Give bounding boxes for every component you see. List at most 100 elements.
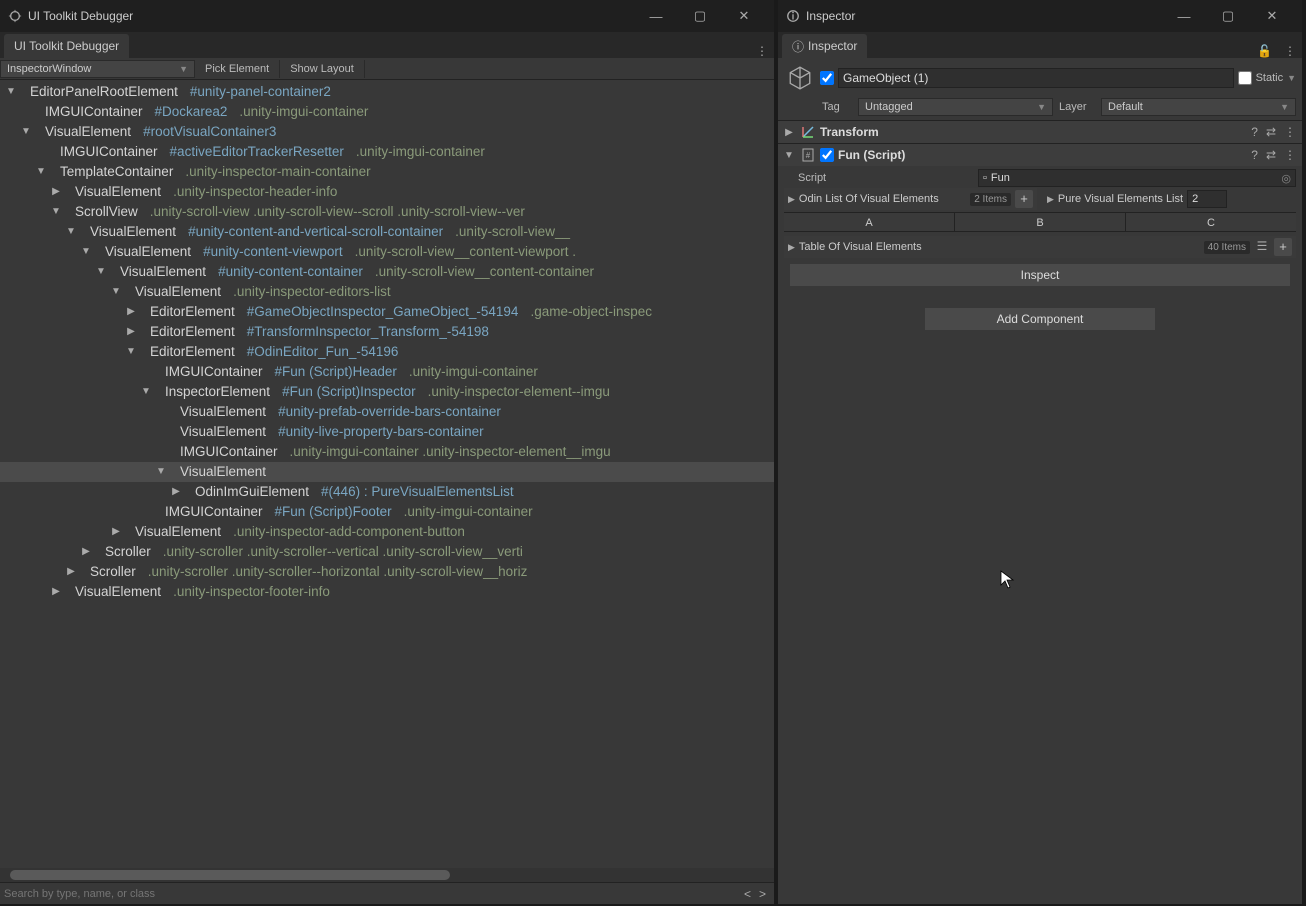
foldout-icon[interactable]: ▶	[124, 322, 138, 342]
foldout-icon[interactable]: ▶	[788, 242, 795, 253]
tree-row[interactable]: ▼VisualElement	[0, 462, 774, 482]
foldout-icon[interactable]: ▼	[154, 462, 168, 482]
add-odin-button[interactable]: +	[1015, 190, 1033, 208]
foldout-icon[interactable]: ▼	[49, 202, 63, 222]
tree-row[interactable]: ▶VisualElement#unity-prefab-override-bar…	[0, 402, 774, 422]
tab-menu-icon[interactable]: ⋮	[1278, 44, 1302, 58]
preset-icon[interactable]: ⇄	[1264, 148, 1278, 162]
inspector-tab[interactable]: ⓘ Inspector	[782, 34, 867, 58]
foldout-icon[interactable]: ▼	[124, 342, 138, 362]
element-tree[interactable]: ▼EditorPanelRootElement#unity-panel-cont…	[0, 80, 774, 868]
tree-row[interactable]: ▶IMGUIContainer#Fun (Script)Footer.unity…	[0, 502, 774, 522]
foldout-icon[interactable]: ▶	[79, 542, 93, 562]
tree-row[interactable]: ▼TemplateContainer.unity-inspector-main-…	[0, 162, 774, 182]
tree-row[interactable]: ▶IMGUIContainer.unity-imgui-container .u…	[0, 442, 774, 462]
tree-row[interactable]: ▼ScrollView.unity-scroll-view .unity-scr…	[0, 202, 774, 222]
script-object-field[interactable]: ▫ Fun ◎	[978, 169, 1296, 187]
close-button[interactable]: ✕	[1250, 8, 1294, 24]
tree-row[interactable]: ▼VisualElement#rootVisualContainer3	[0, 122, 774, 142]
foldout-icon[interactable]: ▼	[782, 150, 796, 161]
tree-row[interactable]: ▶VisualElement#unity-live-property-bars-…	[0, 422, 774, 442]
target-dropdown[interactable]: InspectorWindow▼	[0, 60, 195, 78]
table-header[interactable]: ▶ Table Of Visual Elements 40 Items ☰ +	[784, 236, 1296, 258]
tree-row[interactable]: ▶EditorElement#TransformInspector_Transf…	[0, 322, 774, 342]
col-b[interactable]: B	[955, 212, 1126, 232]
foldout-icon[interactable]: ▼	[64, 222, 78, 242]
gameobject-active-checkbox[interactable]	[820, 71, 834, 85]
foldout-icon[interactable]: ▼	[4, 82, 18, 102]
tree-row[interactable]: ▼VisualElement#unity-content-container.u…	[0, 262, 774, 282]
help-icon[interactable]: ?	[1249, 148, 1260, 162]
gameobject-name-input[interactable]	[838, 68, 1234, 88]
col-a[interactable]: A	[784, 212, 955, 232]
foldout-icon[interactable]: ▼	[94, 262, 108, 282]
bug-icon	[8, 9, 22, 23]
fun-header[interactable]: ▼ # Fun (Script) ? ⇄ ⋮	[778, 144, 1302, 166]
foldout-icon[interactable]: ▼	[34, 162, 48, 182]
tree-row[interactable]: ▶Scroller.unity-scroller .unity-scroller…	[0, 562, 774, 582]
tree-search-input[interactable]	[4, 888, 740, 900]
foldout-icon[interactable]: ▶	[1047, 194, 1054, 205]
foldout-icon[interactable]: ▼	[19, 122, 33, 142]
tree-row[interactable]: ▼VisualElement#unity-content-and-vertica…	[0, 222, 774, 242]
tree-row[interactable]: ▼InspectorElement#Fun (Script)Inspector.…	[0, 382, 774, 402]
foldout-icon[interactable]: ▶	[64, 562, 78, 582]
pick-element-button[interactable]: Pick Element	[195, 60, 280, 78]
odin-list-header[interactable]: ▶ Odin List Of Visual Elements 2 Items +	[784, 188, 1037, 210]
tree-row[interactable]: ▶VisualElement.unity-inspector-footer-in…	[0, 582, 774, 602]
static-dropdown-icon[interactable]: ▼	[1287, 73, 1296, 83]
minimize-button[interactable]: —	[634, 9, 678, 24]
maximize-button[interactable]: ▢	[678, 8, 722, 24]
lock-icon[interactable]: 🔓	[1251, 44, 1278, 58]
debugger-tab[interactable]: UI Toolkit Debugger	[4, 34, 129, 58]
object-picker-icon[interactable]: ◎	[1281, 172, 1291, 185]
element-id: #activeEditorTrackerResetter	[170, 142, 344, 162]
maximize-button[interactable]: ▢	[1206, 8, 1250, 24]
tree-row[interactable]: ▼EditorElement#OdinEditor_Fun_-54196	[0, 342, 774, 362]
show-layout-button[interactable]: Show Layout	[280, 60, 365, 78]
tree-row[interactable]: ▶Scroller.unity-scroller .unity-scroller…	[0, 542, 774, 562]
tree-row[interactable]: ▶EditorElement#GameObjectInspector_GameO…	[0, 302, 774, 322]
add-row-button[interactable]: +	[1274, 238, 1292, 256]
tree-row[interactable]: ▶OdinImGuiElement#(446) : PureVisualElem…	[0, 482, 774, 502]
foldout-icon[interactable]: ▼	[79, 242, 93, 262]
list-icon[interactable]: ☰	[1254, 239, 1270, 255]
search-next-button[interactable]: >	[755, 887, 770, 901]
foldout-icon[interactable]: ▶	[49, 582, 63, 602]
tree-h-scrollbar[interactable]	[0, 868, 774, 882]
tree-row[interactable]: ▶IMGUIContainer#Fun (Script)Header.unity…	[0, 362, 774, 382]
foldout-icon[interactable]: ▶	[169, 482, 183, 502]
add-component-button[interactable]: Add Component	[925, 308, 1155, 330]
preset-icon[interactable]: ⇄	[1264, 125, 1278, 139]
tag-dropdown[interactable]: Untagged▼	[858, 98, 1053, 116]
foldout-icon[interactable]: ▶	[49, 182, 63, 202]
inspect-button[interactable]: Inspect	[790, 264, 1290, 286]
tree-row[interactable]: ▼VisualElement.unity-inspector-editors-l…	[0, 282, 774, 302]
foldout-icon[interactable]: ▼	[139, 382, 153, 402]
tree-row[interactable]: ▶VisualElement.unity-inspector-header-in…	[0, 182, 774, 202]
foldout-icon[interactable]: ▶	[124, 302, 138, 322]
foldout-icon[interactable]: ▶	[788, 194, 795, 205]
col-c[interactable]: C	[1126, 212, 1296, 232]
transform-header[interactable]: ▶ Transform ? ⇄ ⋮	[778, 121, 1302, 143]
close-button[interactable]: ✕	[722, 8, 766, 24]
foldout-icon[interactable]: ▶	[109, 522, 123, 542]
tree-row[interactable]: ▶VisualElement.unity-inspector-add-compo…	[0, 522, 774, 542]
menu-icon[interactable]: ⋮	[1282, 125, 1298, 139]
tree-row[interactable]: ▶IMGUIContainer#activeEditorTrackerReset…	[0, 142, 774, 162]
tree-row[interactable]: ▼EditorPanelRootElement#unity-panel-cont…	[0, 82, 774, 102]
fun-enabled-checkbox[interactable]	[820, 148, 834, 162]
tree-row[interactable]: ▶IMGUIContainer#Dockarea2.unity-imgui-co…	[0, 102, 774, 122]
layer-dropdown[interactable]: Default▼	[1101, 98, 1296, 116]
tab-menu-icon[interactable]: ⋮	[750, 44, 774, 58]
pure-count-input[interactable]	[1187, 190, 1227, 208]
help-icon[interactable]: ?	[1249, 125, 1260, 139]
search-prev-button[interactable]: <	[740, 887, 755, 901]
minimize-button[interactable]: —	[1162, 9, 1206, 24]
foldout-icon[interactable]: ▶	[782, 127, 796, 138]
element-class: .unity-scroller .unity-scroller--horizon…	[148, 562, 528, 582]
menu-icon[interactable]: ⋮	[1282, 148, 1298, 162]
foldout-icon[interactable]: ▼	[109, 282, 123, 302]
tree-row[interactable]: ▼VisualElement#unity-content-viewport.un…	[0, 242, 774, 262]
static-checkbox[interactable]	[1238, 71, 1252, 85]
